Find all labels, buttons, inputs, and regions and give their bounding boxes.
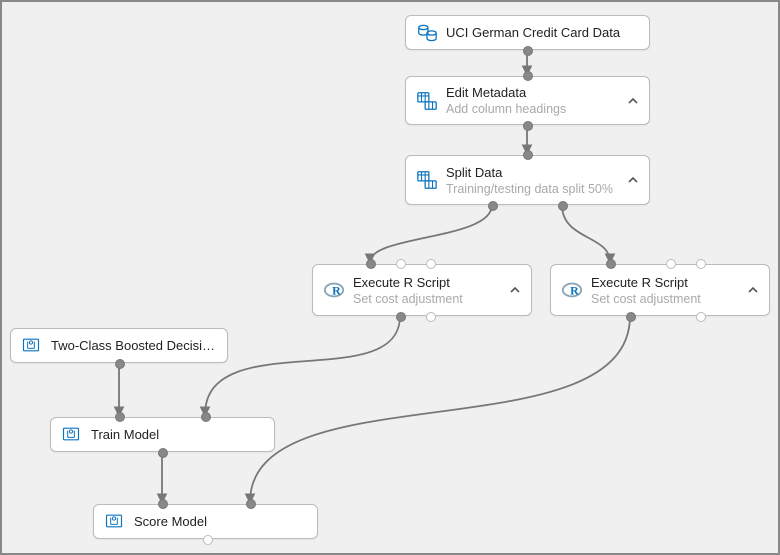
- port-in[interactable]: [201, 412, 211, 422]
- node-score-model[interactable]: Score Model: [93, 504, 318, 539]
- model-icon: [61, 424, 83, 446]
- node-execute-r-script[interactable]: R Execute R Script Set cost adjustment: [312, 264, 532, 316]
- model-icon: [21, 335, 43, 357]
- chevron-up-icon[interactable]: [627, 174, 639, 186]
- port-in[interactable]: [696, 312, 706, 322]
- svg-text:R: R: [570, 284, 579, 298]
- r-logo-icon: R: [323, 279, 345, 301]
- node-title: Train Model: [91, 427, 264, 442]
- port-out[interactable]: [115, 359, 125, 369]
- chevron-up-icon[interactable]: [747, 284, 759, 296]
- port-in[interactable]: [523, 71, 533, 81]
- port-out[interactable]: [203, 535, 213, 545]
- port-in[interactable]: [115, 412, 125, 422]
- node-title: Score Model: [134, 514, 307, 529]
- node-title: Execute R Script: [353, 275, 521, 290]
- chevron-up-icon[interactable]: [509, 284, 521, 296]
- node-dataset[interactable]: UCI German Credit Card Data: [405, 15, 650, 50]
- node-subtitle: Set cost adjustment: [353, 292, 521, 306]
- node-title: UCI German Credit Card Data: [446, 25, 639, 40]
- port-in[interactable]: [426, 259, 436, 269]
- node-title: Split Data: [446, 165, 639, 180]
- port-out[interactable]: [523, 121, 533, 131]
- node-split-data[interactable]: Split Data Training/testing data split 5…: [405, 155, 650, 205]
- port-out[interactable]: [488, 201, 498, 211]
- node-title: Edit Metadata: [446, 85, 639, 100]
- port-out[interactable]: [523, 46, 533, 56]
- r-logo-icon: R: [561, 279, 583, 301]
- node-subtitle: Training/testing data split 50%: [446, 182, 639, 196]
- svg-text:R: R: [332, 284, 341, 298]
- node-two-class-boosted-decision[interactable]: Two-Class Boosted Decision...: [10, 328, 228, 363]
- port-out[interactable]: [558, 201, 568, 211]
- port-in[interactable]: [426, 312, 436, 322]
- node-title: Two-Class Boosted Decision...: [51, 338, 217, 353]
- port-in[interactable]: [696, 259, 706, 269]
- node-subtitle: Set cost adjustment: [591, 292, 759, 306]
- node-subtitle: Add column headings: [446, 102, 639, 116]
- chevron-up-icon[interactable]: [627, 95, 639, 107]
- port-in[interactable]: [666, 259, 676, 269]
- port-in[interactable]: [158, 499, 168, 509]
- port-in[interactable]: [523, 150, 533, 160]
- table-columns-icon: [416, 90, 438, 112]
- node-train-model[interactable]: Train Model: [50, 417, 275, 452]
- node-execute-r-script[interactable]: R Execute R Script Set cost adjustment: [550, 264, 770, 316]
- port-in[interactable]: [366, 259, 376, 269]
- port-out[interactable]: [396, 312, 406, 322]
- port-in[interactable]: [396, 259, 406, 269]
- table-columns-icon: [416, 169, 438, 191]
- port-out[interactable]: [158, 448, 168, 458]
- model-icon: [104, 511, 126, 533]
- dataset-icon: [416, 22, 438, 44]
- port-in[interactable]: [246, 499, 256, 509]
- node-edit-metadata[interactable]: Edit Metadata Add column headings: [405, 76, 650, 125]
- node-title: Execute R Script: [591, 275, 759, 290]
- port-out[interactable]: [626, 312, 636, 322]
- port-in[interactable]: [606, 259, 616, 269]
